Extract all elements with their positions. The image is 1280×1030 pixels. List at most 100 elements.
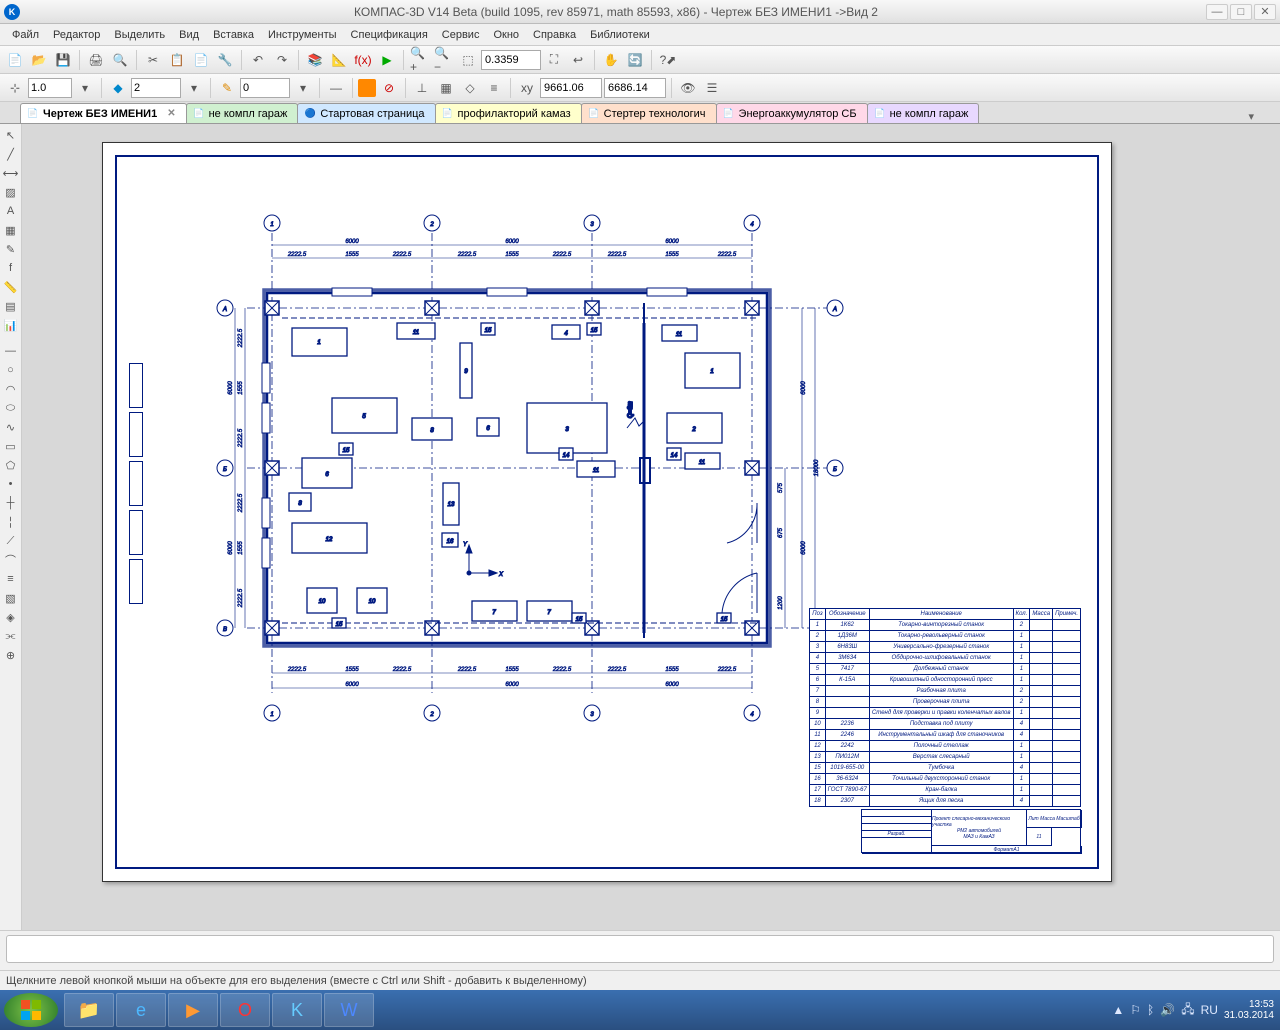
coord-y[interactable] (604, 78, 666, 98)
paste-icon[interactable]: 📄 (190, 49, 212, 71)
taskbar-opera[interactable]: O (220, 993, 270, 1027)
dim-icon[interactable]: ⟷ (2, 164, 20, 182)
line-icon[interactable]: ╱ (2, 145, 20, 163)
tab-doc[interactable]: 📄не компл гараж (867, 103, 980, 123)
tray-network-icon[interactable]: 🖧 (1181, 1000, 1194, 1021)
menu-file[interactable]: Файл (6, 27, 45, 43)
stop-icon[interactable]: ⊘ (378, 77, 400, 99)
tray-action-icon[interactable]: ⚐ (1130, 1003, 1141, 1017)
print-icon[interactable]: 🖨 (85, 49, 107, 71)
measure-icon[interactable]: 📏 (2, 278, 20, 296)
pan-icon[interactable]: ✋ (600, 49, 622, 71)
close-button[interactable]: ✕ (1254, 4, 1276, 20)
collect-icon[interactable]: ⊕ (2, 646, 20, 664)
menu-select[interactable]: Выделить (108, 27, 171, 43)
start-button[interactable] (4, 993, 58, 1027)
tray-lang[interactable]: RU (1201, 1003, 1218, 1017)
copy-icon[interactable]: 📋 (166, 49, 188, 71)
zoom-prev-icon[interactable]: ↩ (567, 49, 589, 71)
ortho-icon[interactable]: ⊥ (411, 77, 433, 99)
style-icon[interactable]: ✎ (216, 77, 238, 99)
tab-active[interactable]: 📄Чертеж БЕЗ ИМЕНИ1✕ (20, 103, 187, 123)
tab-overflow-icon[interactable]: ▾ (1242, 110, 1260, 123)
snap-icon[interactable]: ⊹ (4, 77, 26, 99)
dropdown-icon[interactable]: ▾ (183, 77, 205, 99)
table-icon[interactable]: ▦ (2, 221, 20, 239)
contour-icon[interactable]: ◈ (2, 608, 20, 626)
color-icon[interactable] (358, 79, 376, 97)
hatch-icon[interactable]: ▨ (2, 183, 20, 201)
scale-combo[interactable] (28, 78, 72, 98)
line-style-icon[interactable]: — (325, 77, 347, 99)
snap2-icon[interactable]: ◇ (459, 77, 481, 99)
zoom-value[interactable] (481, 50, 541, 70)
tray-clock[interactable]: 13:53 31.03.2014 (1224, 999, 1274, 1021)
tray-sound-icon[interactable]: 🔊 (1160, 1003, 1175, 1017)
cursor-icon[interactable]: ↖ (2, 126, 20, 144)
library-icon[interactable]: 📚 (304, 49, 326, 71)
menu-service[interactable]: Сервис (436, 27, 486, 43)
hatch2-icon[interactable]: ▧ (2, 589, 20, 607)
geom-rect-icon[interactable]: ▭ (2, 437, 20, 455)
geom-aux-icon[interactable]: ╎ (2, 513, 20, 531)
layer-icon[interactable]: ◆ (107, 77, 129, 99)
property-panel-inner[interactable] (6, 935, 1274, 963)
geom-line-icon[interactable]: — (2, 342, 20, 360)
offset-icon[interactable]: ≡ (2, 570, 20, 588)
tab-doc[interactable]: 📄профилакторий камаз (435, 103, 582, 123)
refresh-icon[interactable]: 🔄 (624, 49, 646, 71)
zoom-window-icon[interactable]: ⬚ (457, 49, 479, 71)
layers-icon[interactable]: ☰ (701, 77, 723, 99)
param-icon[interactable]: f (2, 259, 20, 277)
view-icon[interactable]: 👁 (677, 77, 699, 99)
tab-startpage[interactable]: 🔵Стартовая страница (297, 103, 435, 123)
menu-window[interactable]: Окно (487, 27, 525, 43)
taskbar-word[interactable]: W (324, 993, 374, 1027)
taskbar-kompas[interactable]: K (272, 993, 322, 1027)
menu-help[interactable]: Справка (527, 27, 582, 43)
undo-icon[interactable]: ↶ (247, 49, 269, 71)
reports-icon[interactable]: 📊 (2, 316, 20, 334)
geom-point-icon[interactable]: • (2, 475, 20, 493)
grid-icon[interactable]: ▦ (435, 77, 457, 99)
chamfer-icon[interactable]: ⟋ (2, 532, 20, 550)
dropdown-icon[interactable]: ▾ (74, 77, 96, 99)
close-icon[interactable]: ✕ (167, 108, 175, 119)
drawing-canvas[interactable]: 1 2 3 4 1 2 3 4 А Б В А (22, 124, 1280, 930)
geom-arc-icon[interactable]: ◠ (2, 380, 20, 398)
new-icon[interactable]: 📄 (4, 49, 26, 71)
tab-doc[interactable]: 📄Стертер технологич (581, 103, 717, 123)
geom-axis-icon[interactable]: ┼ (2, 494, 20, 512)
props-icon[interactable]: 🔧 (214, 49, 236, 71)
tray-bluetooth-icon[interactable]: ᛒ (1147, 1003, 1154, 1017)
save-icon[interactable]: 💾 (52, 49, 74, 71)
equid-icon[interactable]: ⫘ (2, 627, 20, 645)
menu-tools[interactable]: Инструменты (262, 27, 343, 43)
text-icon[interactable]: A (2, 202, 20, 220)
spec-icon[interactable]: ▤ (2, 297, 20, 315)
layer-combo[interactable] (131, 78, 181, 98)
geom-poly-icon[interactable]: ⬠ (2, 456, 20, 474)
taskbar-media[interactable]: ▶ (168, 993, 218, 1027)
zoom-fit-icon[interactable]: ⛶ (543, 49, 565, 71)
taskbar-explorer[interactable]: 📁 (64, 993, 114, 1027)
taskbar-ie[interactable]: e (116, 993, 166, 1027)
geom-spline-icon[interactable]: ∿ (2, 418, 20, 436)
geom-circle-icon[interactable]: ○ (2, 361, 20, 379)
zoom-in-icon[interactable]: 🔍+ (409, 49, 431, 71)
style-combo[interactable] (240, 78, 290, 98)
menu-libs[interactable]: Библиотеки (584, 27, 656, 43)
zoom-out-icon[interactable]: 🔍− (433, 49, 455, 71)
var-icon[interactable]: f(x) (352, 49, 374, 71)
maximize-button[interactable]: □ (1230, 4, 1252, 20)
calc-icon[interactable]: 📐 (328, 49, 350, 71)
menu-insert[interactable]: Вставка (207, 27, 260, 43)
coord-x[interactable] (540, 78, 602, 98)
edit-icon[interactable]: ✎ (2, 240, 20, 258)
menu-edit[interactable]: Редактор (47, 27, 106, 43)
dropdown-icon[interactable]: ▾ (292, 77, 314, 99)
menu-view[interactable]: Вид (173, 27, 205, 43)
preview-icon[interactable]: 🔍 (109, 49, 131, 71)
tab-doc[interactable]: 📄не компл гараж (186, 103, 299, 123)
tab-doc[interactable]: 📄Энергоаккумулятор СБ (716, 103, 868, 123)
